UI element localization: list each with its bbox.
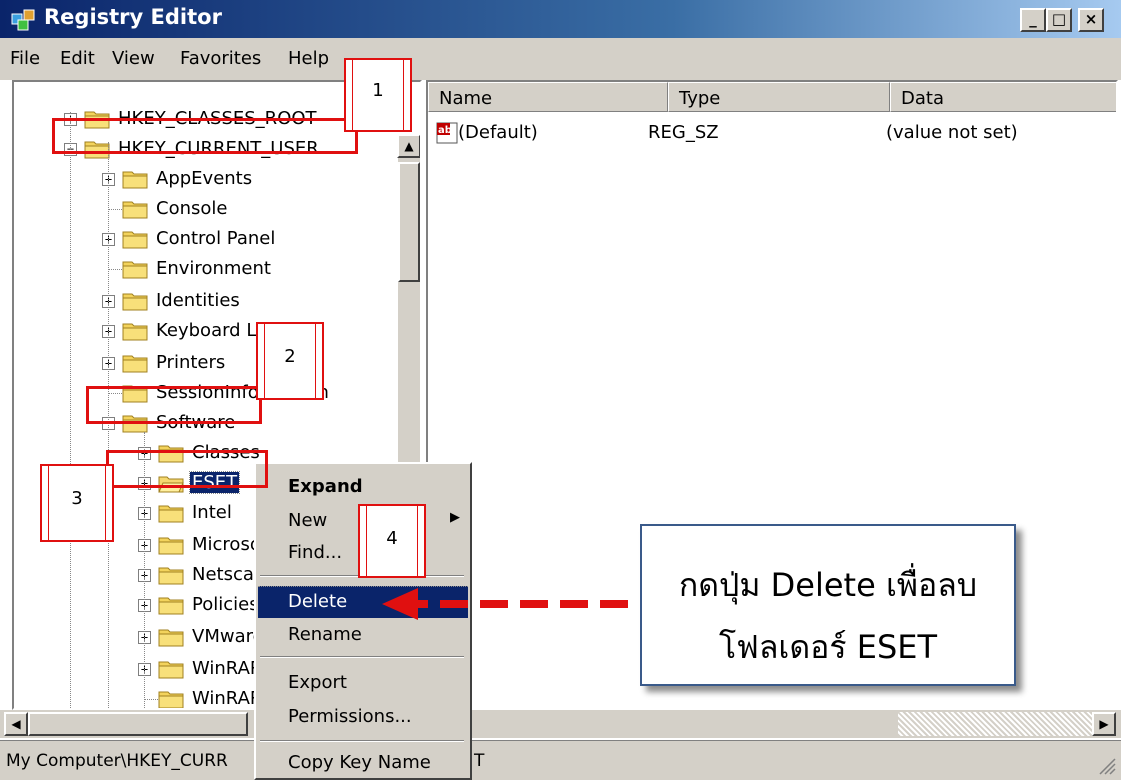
tree-guide-line <box>108 142 109 708</box>
callout-line-2: โฟลเดอร์ ESET <box>718 628 938 666</box>
menu-view[interactable]: View <box>112 48 155 69</box>
menu-favorites[interactable]: Favorites <box>180 48 261 69</box>
callout-number-4: 4 <box>358 504 426 578</box>
status-path: My Computer\HKEY_CURR <box>6 751 228 771</box>
menu-separator <box>260 656 464 658</box>
status-path-tail: T <box>474 751 485 771</box>
tree-node-label: Console <box>156 198 228 219</box>
tree-node-label: Intel <box>192 502 232 523</box>
close-button[interactable]: × <box>1078 8 1104 32</box>
tree-connector <box>108 209 122 210</box>
menu-item-new-label: New <box>288 510 328 531</box>
highlight-software <box>86 386 262 424</box>
column-type[interactable]: Type <box>668 82 890 112</box>
highlight-eset <box>106 450 268 488</box>
scroll-up-button[interactable]: ▲ <box>397 134 420 158</box>
maximize-button[interactable]: □ <box>1046 8 1072 32</box>
registry-editor-app-icon <box>11 9 35 31</box>
title-bar[interactable]: Registry Editor _ □ × <box>0 0 1121 38</box>
menu-help[interactable]: Help <box>288 48 329 69</box>
callout-number-1: 1 <box>344 58 412 132</box>
value-name: (Default) <box>458 122 538 143</box>
menu-separator <box>260 740 464 742</box>
menu-item-permissions[interactable]: Permissions... <box>258 702 468 734</box>
window-title: Registry Editor <box>44 5 222 29</box>
menu-edit[interactable]: Edit <box>60 48 95 69</box>
value-data: (value not set) <box>886 122 1018 143</box>
tree-node-label: Control Panel <box>156 228 276 249</box>
hscroll-thumb[interactable] <box>28 712 248 736</box>
tree-node-label: Identities <box>156 290 240 311</box>
tree-node-label: Printers <box>156 352 226 373</box>
minimize-button[interactable]: _ <box>1020 8 1046 32</box>
column-data[interactable]: Data <box>890 82 1116 112</box>
tree-node-label: Environment <box>156 258 271 279</box>
svg-text:ab: ab <box>438 125 452 136</box>
list-header: Name Type Data <box>428 82 1116 112</box>
tree-guide-line <box>70 112 71 708</box>
menu-item-expand[interactable]: Expand <box>258 472 468 504</box>
menu-bar: File Edit View Favorites Help <box>0 38 1121 80</box>
scroll-right-button[interactable]: ▶ <box>1092 712 1116 736</box>
tree-node-label: AppEvents <box>156 168 253 189</box>
instruction-callout: กดปุ่ม Delete เพื่อลบ โฟลเดอร์ ESET <box>640 524 1016 686</box>
string-value-icon: ab <box>436 122 458 144</box>
tree-connector <box>144 699 158 700</box>
status-bar: My Computer\HKEY_CURR T <box>0 740 1121 780</box>
menu-file[interactable]: File <box>10 48 40 69</box>
highlight-hkey-current-user <box>52 118 358 154</box>
resize-grip-icon[interactable] <box>1096 755 1116 775</box>
column-name[interactable]: Name <box>428 82 668 112</box>
tree-node-label: Policies <box>192 594 259 615</box>
menu-item-copy-key-name[interactable]: Copy Key Name <box>258 748 468 780</box>
scroll-left-button[interactable]: ◀ <box>4 712 28 736</box>
callout-number-2: 2 <box>256 322 324 400</box>
callout-line-1: กดปุ่ม Delete เพื่อลบ <box>678 566 978 604</box>
list-row[interactable]: ab (Default) REG_SZ (value not set) <box>428 118 1116 148</box>
menu-item-export[interactable]: Export <box>258 668 468 700</box>
value-type: REG_SZ <box>648 122 719 143</box>
scroll-thumb[interactable] <box>398 162 420 282</box>
callout-number-3: 3 <box>40 464 114 542</box>
horizontal-scrollbar[interactable]: ◀ ▶ <box>0 710 1121 738</box>
tree-connector <box>108 269 122 270</box>
hscroll-track[interactable] <box>898 712 1092 736</box>
submenu-arrow-icon: ▶ <box>450 510 460 525</box>
pointer-arrow-icon <box>382 588 628 620</box>
